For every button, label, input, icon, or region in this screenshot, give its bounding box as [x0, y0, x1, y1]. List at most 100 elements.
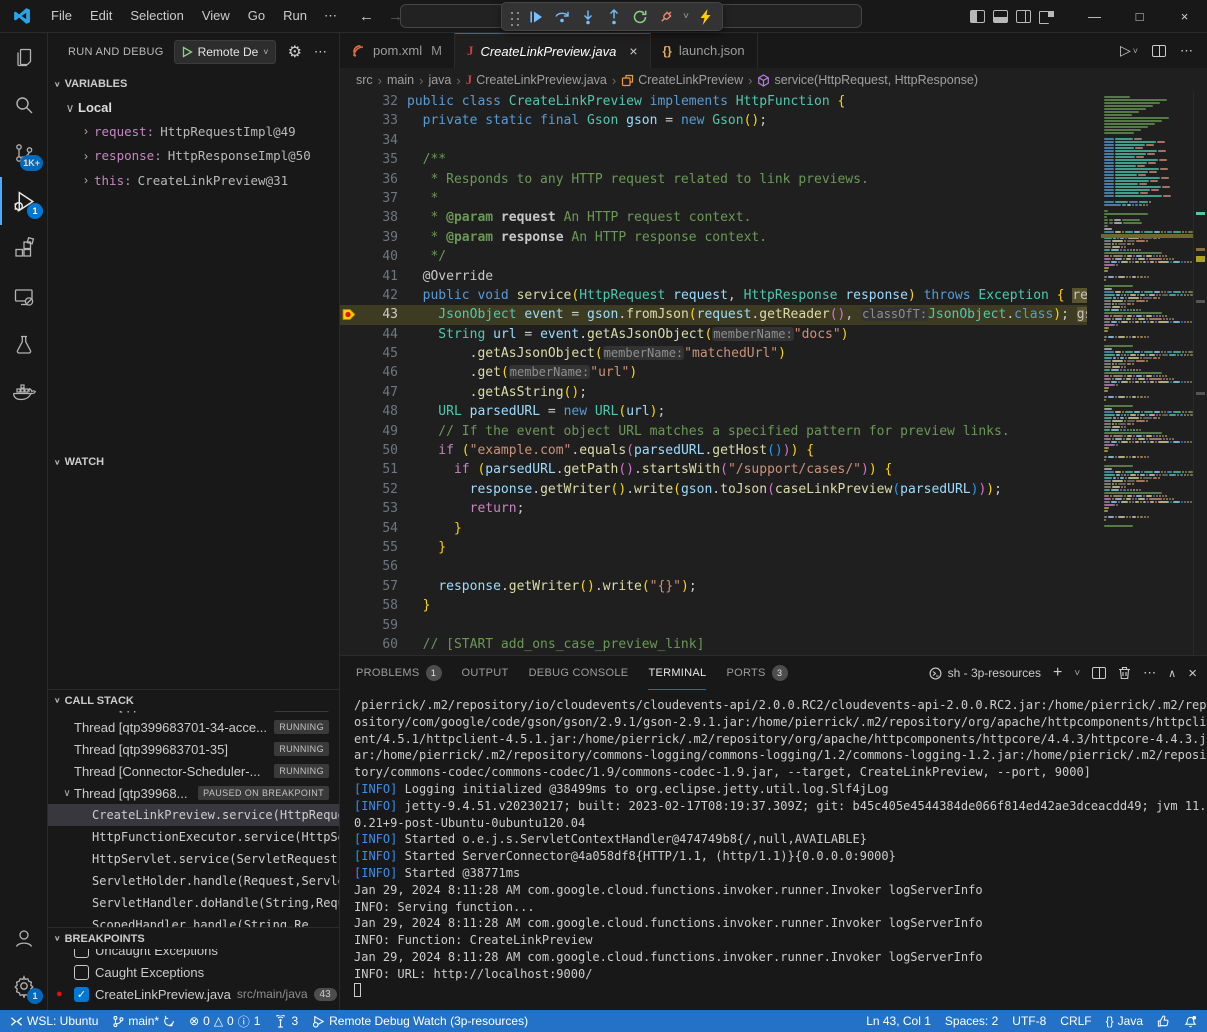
step-into-button[interactable]: [576, 5, 600, 29]
stack-frame[interactable]: ServletHandler.doHandle(String,Reque: [48, 892, 339, 914]
breakpoint-gutter[interactable]: [340, 577, 362, 596]
maximize-panel-icon[interactable]: ∧: [1168, 667, 1176, 680]
tab-createlinkpreview-java[interactable]: J CreateLinkPreview.java ×: [455, 33, 651, 68]
watch-section-header[interactable]: ∨ WATCH: [48, 451, 339, 473]
menu-edit[interactable]: Edit: [81, 4, 121, 28]
launch-config-dropdown[interactable]: Remote De ˅: [174, 40, 276, 64]
breadcrumb-file[interactable]: J CreateLinkPreview.java: [466, 72, 607, 88]
activity-testing[interactable]: [0, 321, 48, 369]
panel-tab-problems[interactable]: PROBLEMS 1: [356, 656, 442, 690]
terminal-select[interactable]: sh - 3p-resources: [929, 666, 1041, 680]
variable-row[interactable]: ›request:HttpRequestImpl@49: [78, 119, 339, 144]
feedback-indicator[interactable]: [1150, 1010, 1177, 1032]
breakpoint-gutter[interactable]: [340, 305, 362, 324]
breakpoint-gutter[interactable]: [340, 92, 362, 111]
activity-explorer[interactable]: [0, 33, 48, 81]
panel-tab-debug-console[interactable]: DEBUG CONSOLE: [529, 656, 629, 690]
breakpoint-row[interactable]: ●✓CreateLinkPreview.javasrc/main/java43: [48, 983, 339, 1005]
close-button[interactable]: ×: [1162, 0, 1207, 33]
terminal-dropdown-icon[interactable]: ˅: [1074, 668, 1080, 679]
activity-extensions[interactable]: [0, 225, 48, 273]
breakpoint-gutter[interactable]: [340, 519, 362, 538]
menu-run[interactable]: Run: [274, 4, 316, 28]
breakpoint-gutter[interactable]: [340, 499, 362, 518]
split-editor-icon[interactable]: [1152, 45, 1166, 57]
breakpoint-gutter[interactable]: [340, 383, 362, 402]
debug-watch-indicator[interactable]: Remote Debug Watch (3p-resources): [305, 1010, 535, 1032]
breakpoint-gutter[interactable]: [340, 228, 362, 247]
breakpoint-gutter[interactable]: [340, 189, 362, 208]
step-over-button[interactable]: [550, 5, 574, 29]
menu-file[interactable]: File: [42, 4, 81, 28]
tab-close-icon[interactable]: ×: [629, 43, 637, 59]
breakpoint-gutter[interactable]: [340, 363, 362, 382]
breadcrumb-class[interactable]: CreateLinkPreview: [621, 73, 743, 87]
variable-row[interactable]: ›this:CreateLinkPreview@31: [78, 168, 339, 193]
toggle-panel-icon[interactable]: [993, 10, 1008, 23]
sidebar-more-icon[interactable]: ⋯: [314, 44, 327, 60]
eol-indicator[interactable]: CRLF: [1053, 1010, 1098, 1032]
disconnect-button[interactable]: [654, 5, 678, 29]
breakpoint-checkbox[interactable]: [74, 965, 89, 980]
restart-button[interactable]: [628, 5, 652, 29]
menu-view[interactable]: View: [193, 4, 239, 28]
problems-indicator[interactable]: ⊗0 △0 ⓘ1: [182, 1010, 267, 1032]
code-editor[interactable]: 32public class CreateLinkPreview impleme…: [340, 92, 1207, 655]
editor-more-icon[interactable]: ⋯: [1180, 43, 1193, 59]
run-file-button[interactable]: ▷ ˅: [1120, 42, 1138, 59]
continue-button[interactable]: [524, 5, 548, 29]
menu-selection[interactable]: Selection: [121, 4, 192, 28]
breakpoint-gutter[interactable]: [340, 247, 362, 266]
call-stack-thread[interactable]: Thread [Connector-Scheduler-...RUNNING: [48, 760, 339, 782]
terminal-output[interactable]: /pierrick/.m2/repository/io/cloudevents/…: [340, 690, 1207, 1010]
disconnect-chevron-icon[interactable]: ˅: [680, 11, 692, 22]
variables-section-header[interactable]: ∨ VARIABLES: [48, 73, 339, 95]
activity-search[interactable]: [0, 81, 48, 129]
breakpoint-gutter[interactable]: [340, 131, 362, 150]
breakpoint-gutter[interactable]: [340, 208, 362, 227]
split-terminal-icon[interactable]: [1092, 667, 1106, 679]
breadcrumb-main[interactable]: main: [387, 73, 414, 87]
call-stack-thread[interactable]: Thread [qtp399683701-35]RUNNING: [48, 738, 339, 760]
breakpoint-gutter[interactable]: [340, 480, 362, 499]
overview-ruler[interactable]: [1193, 92, 1207, 655]
breakpoint-row[interactable]: Caught Exceptions: [48, 961, 339, 983]
stack-frame[interactable]: CreateLinkPreview.service(HttpReques: [48, 804, 339, 826]
call-stack-thread[interactable]: ∨Thread [qtp39968...PAUSED ON BREAKPOINT: [48, 782, 339, 804]
notifications-indicator[interactable]: [1177, 1010, 1207, 1032]
tab-pom-xml[interactable]: pom.xml M: [340, 33, 455, 68]
ports-indicator[interactable]: 3: [267, 1010, 305, 1032]
breakpoint-gutter[interactable]: [340, 441, 362, 460]
language-indicator[interactable]: {} Java: [1099, 1010, 1150, 1032]
breakpoint-gutter[interactable]: [340, 111, 362, 130]
tab-launch-json[interactable]: {} launch.json: [651, 33, 758, 68]
activity-accounts[interactable]: [0, 914, 48, 962]
activity-docker[interactable]: [0, 369, 48, 417]
toggle-sidebar-icon[interactable]: [970, 10, 985, 23]
panel-tab-ports[interactable]: PORTS 3: [726, 656, 787, 690]
breakpoint-gutter[interactable]: [340, 402, 362, 421]
activity-source-control[interactable]: 1K+: [0, 129, 48, 177]
new-terminal-icon[interactable]: +: [1053, 664, 1062, 682]
activity-run-and-debug[interactable]: 1: [0, 177, 48, 225]
customize-layout-icon[interactable]: [1039, 10, 1054, 23]
debug-settings-gear-icon[interactable]: ⚙: [288, 42, 302, 62]
minimize-button[interactable]: —: [1072, 0, 1117, 33]
toolbar-grip-icon[interactable]: [508, 8, 520, 26]
activity-settings[interactable]: 1: [0, 962, 48, 1010]
breakpoint-gutter[interactable]: [340, 616, 362, 635]
panel-tab-output[interactable]: OUTPUT: [462, 656, 509, 690]
breakpoint-gutter[interactable]: [340, 344, 362, 363]
kill-terminal-icon[interactable]: [1118, 666, 1131, 680]
breakpoint-checkbox[interactable]: ✓: [74, 987, 89, 1002]
menu-overflow[interactable]: ⋯: [316, 4, 345, 28]
close-panel-icon[interactable]: ×: [1188, 665, 1197, 682]
breakpoint-gutter[interactable]: [340, 460, 362, 479]
encoding-indicator[interactable]: UTF-8: [1005, 1010, 1053, 1032]
breadcrumb-src[interactable]: src: [356, 73, 373, 87]
call-stack-thread[interactable]: Thread [qtp399683701-34-acce...RUNNING: [48, 716, 339, 738]
git-branch-indicator[interactable]: main*: [105, 1010, 182, 1032]
maximize-button[interactable]: □: [1117, 0, 1162, 33]
breakpoint-gutter[interactable]: [340, 422, 362, 441]
breadcrumb-java[interactable]: java: [428, 73, 451, 87]
